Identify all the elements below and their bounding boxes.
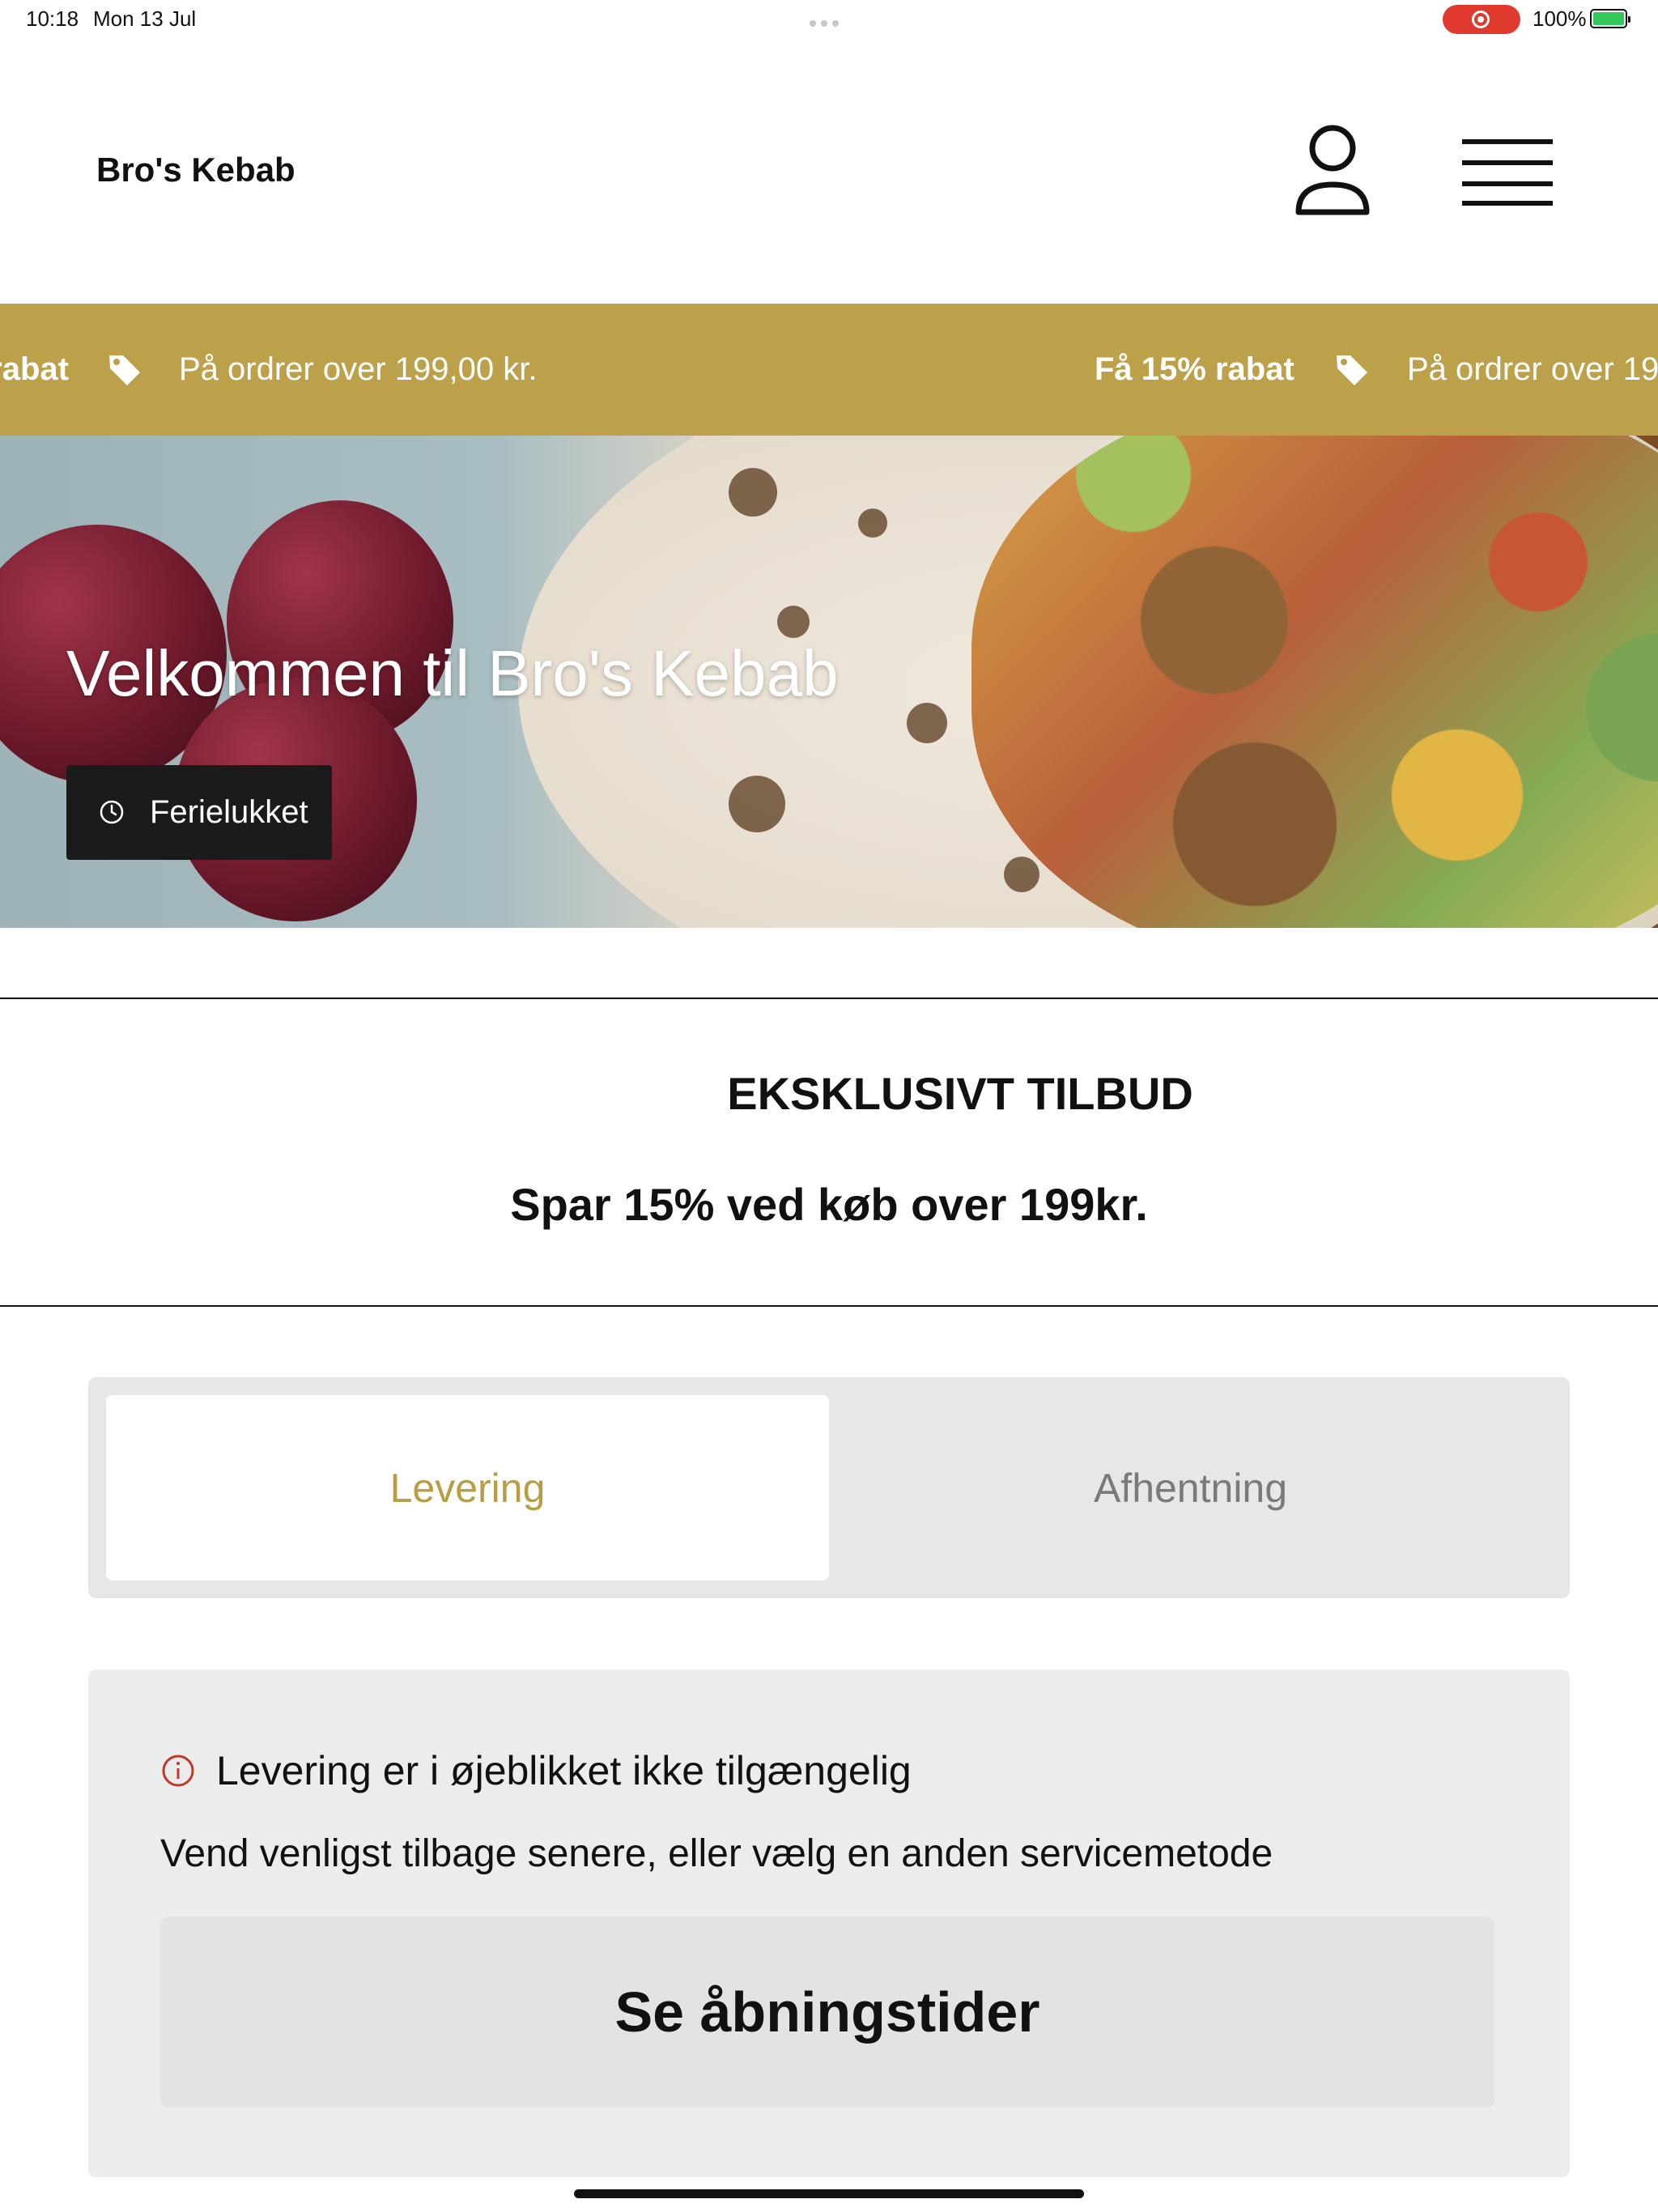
divider — [0, 998, 1658, 999]
home-indicator[interactable] — [574, 2189, 1084, 2198]
service-method-toggle: Levering Afhentning — [88, 1377, 1570, 1598]
opening-hours-button[interactable]: Se åbningstider — [160, 1916, 1494, 2108]
hero-food-image — [971, 436, 1658, 928]
status-bar: 10:18 Mon 13 Jul 100% — [0, 0, 1658, 39]
clock-icon — [100, 800, 124, 824]
promo-detail: På ordrer over 199,00 kr. — [179, 351, 538, 387]
tag-icon — [1337, 355, 1367, 385]
char-spot — [858, 508, 887, 538]
divider — [0, 1305, 1658, 1307]
tag-icon — [109, 355, 140, 385]
status-time: 10:18 — [26, 6, 79, 31]
char-spot — [1004, 857, 1039, 892]
promo-title: Få 15% rabat — [0, 351, 69, 387]
promo-title: Få 15% rabat — [1095, 351, 1295, 387]
promo-ticker: Få 15% rabat På ordrer over 199,00 kr. F… — [0, 304, 1658, 436]
tab-delivery[interactable]: Levering — [106, 1395, 829, 1580]
delivery-unavailable-notice: Levering er i øjeblikket ikke tilgængeli… — [88, 1670, 1570, 2177]
char-spot — [729, 776, 785, 832]
opening-status-badge: Ferielukket — [66, 765, 332, 860]
record-icon — [1472, 11, 1490, 28]
hamburger-menu-icon[interactable] — [1462, 131, 1553, 209]
char-spot — [729, 468, 777, 517]
person-outline-icon[interactable] — [1292, 121, 1373, 219]
notice-body: Vend venligst tilbage senere, eller vælg… — [160, 1832, 1273, 1875]
hero-banner: Velkommen til Bro's Kebab Ferielukket — [0, 436, 1658, 928]
multitasking-dots-icon[interactable] — [810, 16, 847, 27]
info-circle-icon — [162, 1755, 194, 1787]
battery-percentage: 100% — [1533, 6, 1587, 31]
offer-text: Spar 15% ved køb over 199kr. — [510, 1179, 1148, 1230]
brand-name[interactable]: Bro's Kebab — [96, 151, 295, 189]
promo-detail: På ordrer over 199,00 kr. — [1407, 351, 1658, 387]
tab-pickup[interactable]: Afhentning — [829, 1395, 1552, 1580]
offer-title: EKSKLUSIVT TILBUD — [727, 1068, 1193, 1119]
notice-headline: Levering er i øjeblikket ikke tilgængeli… — [216, 1748, 912, 1793]
screen-recording-indicator[interactable] — [1443, 5, 1520, 34]
opening-status-label: Ferielukket — [150, 794, 308, 830]
hero-title: Velkommen til Bro's Kebab — [66, 637, 839, 709]
char-spot — [907, 703, 947, 743]
status-date: Mon 13 Jul — [93, 6, 197, 31]
char-spot — [777, 606, 810, 638]
battery-icon — [1590, 9, 1630, 28]
